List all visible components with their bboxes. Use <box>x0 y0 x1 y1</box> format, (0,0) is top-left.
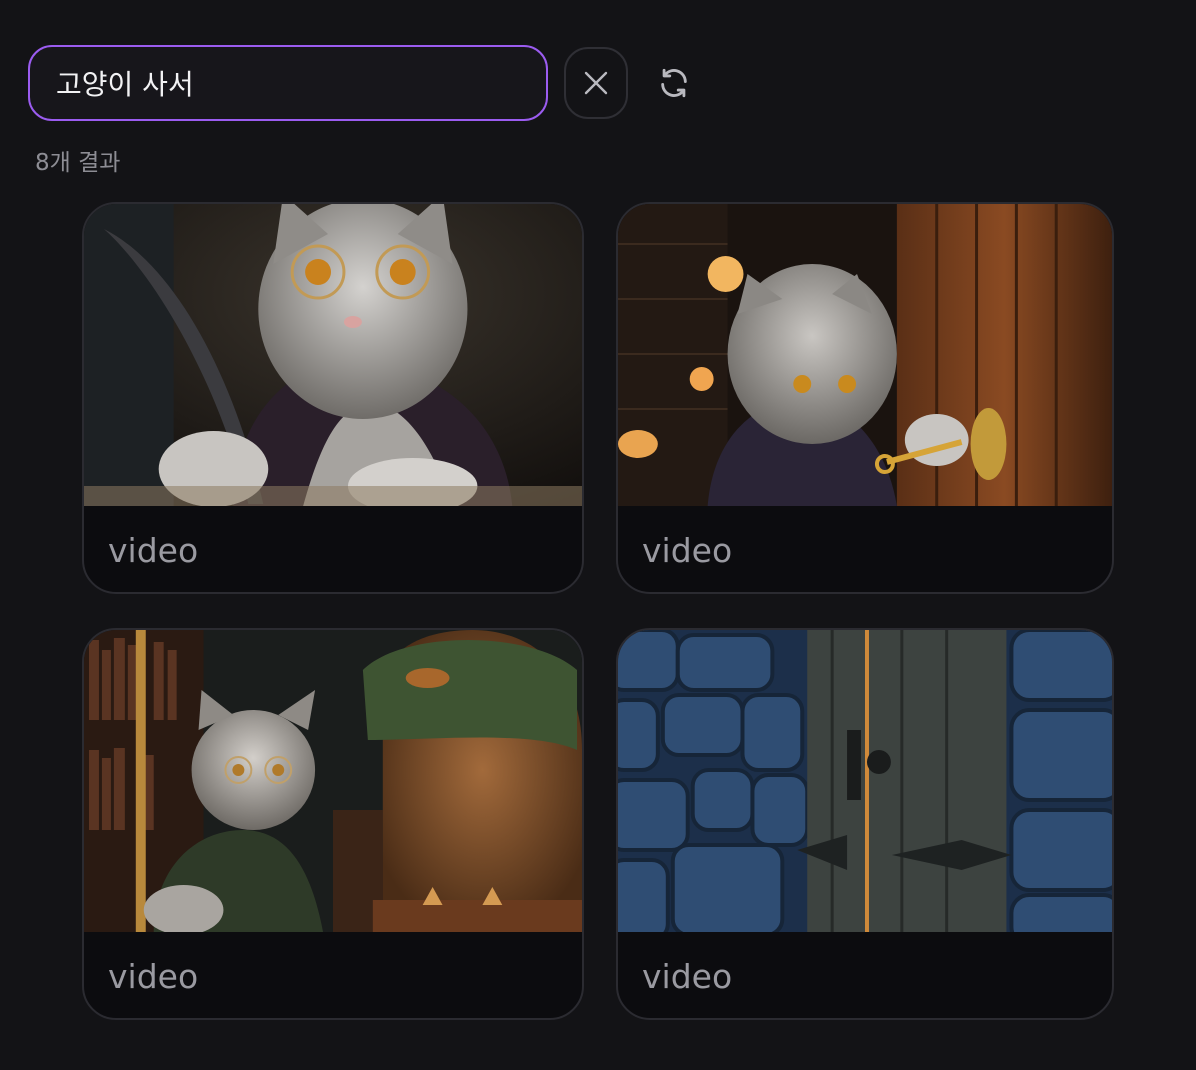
card-label: video <box>642 530 733 570</box>
video-thumbnail[interactable] <box>618 630 1112 932</box>
video-thumbnail[interactable] <box>84 204 582 506</box>
video-thumbnail[interactable] <box>84 630 582 932</box>
card-label: video <box>108 530 199 570</box>
card-label: video <box>108 956 199 996</box>
result-card[interactable]: video <box>616 628 1114 1020</box>
search-input[interactable] <box>56 66 520 100</box>
refresh-button[interactable] <box>642 47 706 119</box>
clear-search-button[interactable] <box>564 47 628 119</box>
result-card[interactable]: video <box>82 202 584 594</box>
results-grid: video video video video <box>82 202 1114 1020</box>
close-icon <box>584 71 608 95</box>
search-bar <box>28 45 706 121</box>
result-card[interactable]: video <box>616 202 1114 594</box>
search-field[interactable] <box>28 45 548 121</box>
video-thumbnail[interactable] <box>618 204 1112 506</box>
card-label: video <box>642 956 733 996</box>
result-count: 8개 결과 <box>35 150 121 176</box>
refresh-icon <box>661 68 687 98</box>
result-card[interactable]: video <box>82 628 584 1020</box>
